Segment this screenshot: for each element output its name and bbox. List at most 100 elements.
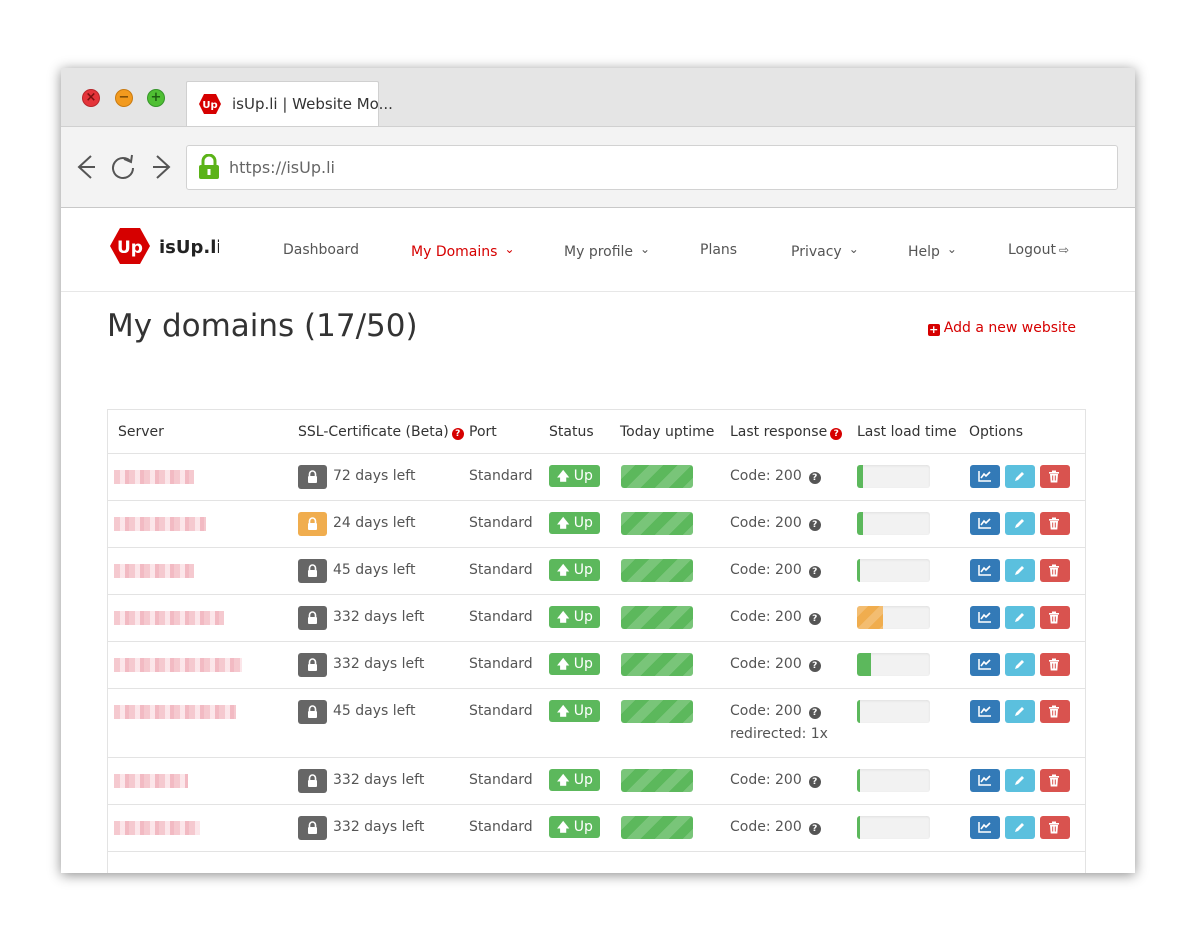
arrow-up-icon: 🡅 <box>557 820 570 834</box>
stats-button[interactable] <box>970 700 1000 723</box>
maximize-window-button[interactable]: + <box>147 89 165 107</box>
question-circle-icon[interactable]: ? <box>808 519 821 531</box>
nav-item-dashboard[interactable]: Dashboard <box>283 242 359 258</box>
edit-button[interactable] <box>1005 559 1035 582</box>
edit-button[interactable] <box>1005 465 1035 488</box>
server-name-redacted[interactable] <box>114 658 242 672</box>
browser-tab[interactable]: Up isUp.li | Website Mo... <box>186 81 393 127</box>
stats-button[interactable] <box>970 465 1000 488</box>
add-website-link[interactable]: + Add a new website <box>927 320 1076 336</box>
status-badge: 🡅 Up <box>549 769 600 791</box>
forward-arrow-icon[interactable] <box>149 152 175 182</box>
delete-button[interactable] <box>1040 769 1070 792</box>
nav-item-label: My profile <box>564 244 634 260</box>
question-circle-icon[interactable]: ? <box>451 428 464 440</box>
arrow-up-icon: 🡅 <box>557 610 570 624</box>
browser-tab-bar: × − + Up isUp.li | Website Mo... <box>61 68 1135 127</box>
stats-button[interactable] <box>970 606 1000 629</box>
nav-item-plans[interactable]: Plans <box>700 242 737 258</box>
question-circle-icon[interactable]: ? <box>808 776 821 788</box>
server-name-redacted[interactable] <box>114 774 188 788</box>
stats-button[interactable] <box>970 769 1000 792</box>
question-circle-icon[interactable]: ? <box>808 566 821 578</box>
ssl-lock-icon <box>298 653 327 677</box>
site-logo[interactable]: Up isUp.li <box>109 226 223 266</box>
server-name-redacted[interactable] <box>114 611 224 625</box>
table-row: 24 days left Standard 🡅 Up Code: 200? <box>108 500 1085 547</box>
column-header-label: Last load time <box>857 424 957 440</box>
page-title: My domains (17/50) <box>107 308 418 344</box>
server-name-redacted[interactable] <box>114 517 206 531</box>
delete-button[interactable] <box>1040 606 1070 629</box>
address-bar[interactable]: https://isUp.li <box>186 145 1118 190</box>
response-code-label: Code: 200 <box>730 819 802 835</box>
question-circle-icon[interactable]: ? <box>808 823 821 835</box>
question-circle-icon[interactable]: ? <box>808 707 821 719</box>
status-label: Up <box>573 609 593 625</box>
table-row-empty <box>108 851 1085 873</box>
chevron-down-icon: ⌄ <box>946 242 957 256</box>
nav-item-label: Plans <box>700 242 738 258</box>
edit-button[interactable] <box>1005 700 1035 723</box>
column-header-last-response: Last response? <box>730 424 843 440</box>
stats-button[interactable] <box>970 512 1000 535</box>
edit-button[interactable] <box>1005 606 1035 629</box>
delete-button[interactable] <box>1040 512 1070 535</box>
ssl-days-left: 332 days left <box>333 819 425 835</box>
plus-square-icon: + <box>927 323 940 336</box>
reload-icon[interactable] <box>110 152 136 182</box>
status-label: Up <box>573 515 593 531</box>
delete-button[interactable] <box>1040 465 1070 488</box>
nav-item-label: My Domains <box>411 244 498 260</box>
nav-item-logout[interactable]: Logout ⇨ <box>1008 242 1069 258</box>
status-badge: 🡅 Up <box>549 512 600 534</box>
edit-button[interactable] <box>1005 769 1035 792</box>
nav-item-my-profile[interactable]: My profile ⌄ <box>564 242 650 260</box>
load-time-bar <box>857 606 930 629</box>
load-time-fill <box>857 559 860 582</box>
question-circle-icon[interactable]: ? <box>808 472 821 484</box>
uptime-bar <box>621 769 693 792</box>
load-time-fill <box>857 512 863 535</box>
stats-button[interactable] <box>970 653 1000 676</box>
nav-item-help[interactable]: Help ⌄ <box>908 242 957 260</box>
load-time-bar <box>857 769 930 792</box>
edit-button[interactable] <box>1005 653 1035 676</box>
nav-item-my-domains[interactable]: My Domains ⌄ <box>411 242 515 260</box>
load-time-fill <box>857 700 860 723</box>
column-header-options: Options <box>969 424 1023 440</box>
back-arrow-icon[interactable] <box>73 152 99 182</box>
status-badge: 🡅 Up <box>549 700 600 722</box>
arrow-up-icon: 🡅 <box>557 563 570 577</box>
url-text: https://isUp.li <box>229 158 335 177</box>
server-name-redacted[interactable] <box>114 470 194 484</box>
edit-button[interactable] <box>1005 816 1035 839</box>
status-label: Up <box>573 562 593 578</box>
server-name-redacted[interactable] <box>114 564 194 578</box>
arrow-up-icon: 🡅 <box>557 773 570 787</box>
server-name-redacted[interactable] <box>114 705 236 719</box>
edit-button[interactable] <box>1005 512 1035 535</box>
delete-button[interactable] <box>1040 816 1070 839</box>
delete-button[interactable] <box>1040 653 1070 676</box>
question-circle-icon[interactable]: ? <box>808 660 821 672</box>
delete-button[interactable] <box>1040 559 1070 582</box>
status-label: Up <box>573 772 593 788</box>
maximize-icon: + <box>150 90 162 105</box>
ssl-days-left: 332 days left <box>333 609 425 625</box>
nav-item-privacy[interactable]: Privacy ⌄ <box>791 242 859 260</box>
close-window-button[interactable]: × <box>82 89 100 107</box>
delete-button[interactable] <box>1040 700 1070 723</box>
table-row: 45 days left Standard 🡅 Up Code: 200? redire… <box>108 688 1085 757</box>
load-time-bar <box>857 700 930 723</box>
response-code-label: Code: 200 <box>730 562 802 578</box>
port-value: Standard <box>469 562 533 578</box>
load-time-bar <box>857 465 930 488</box>
stats-button[interactable] <box>970 816 1000 839</box>
minimize-window-button[interactable]: − <box>115 89 133 107</box>
question-circle-icon[interactable]: ? <box>830 428 843 440</box>
question-circle-icon[interactable]: ? <box>808 613 821 625</box>
stats-button[interactable] <box>970 559 1000 582</box>
server-name-redacted[interactable] <box>114 821 200 835</box>
port-value: Standard <box>469 656 533 672</box>
